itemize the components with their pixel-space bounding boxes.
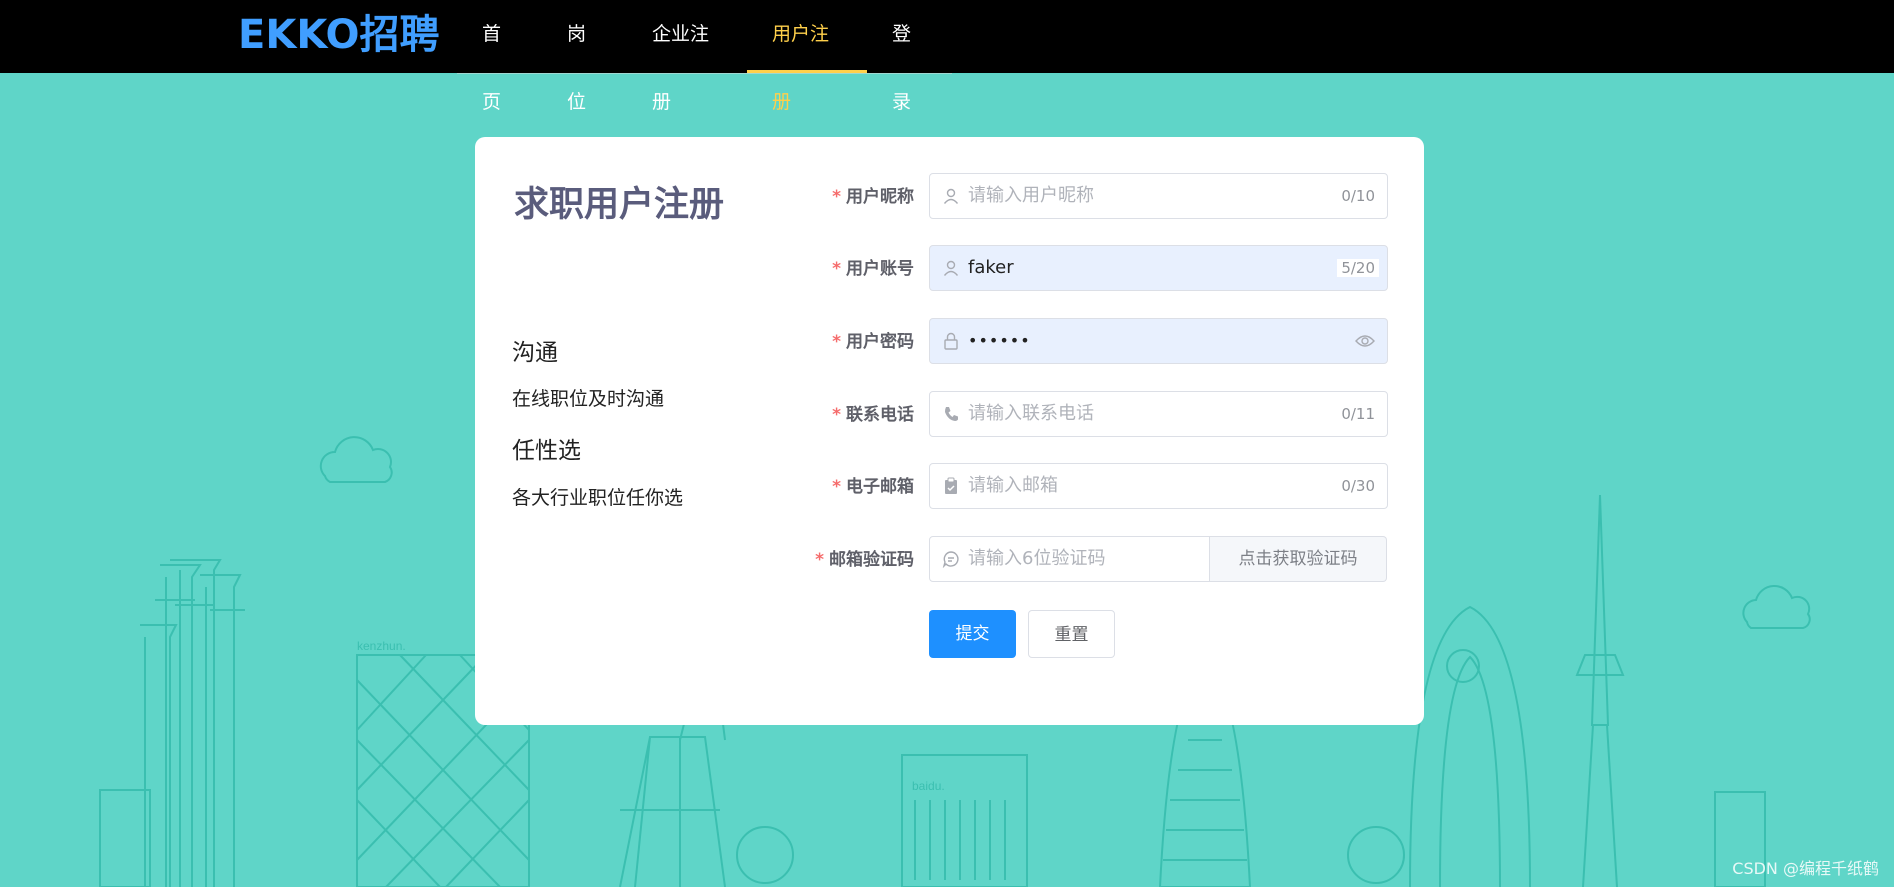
phone-char-counter: 0/11 bbox=[1341, 405, 1375, 423]
brand-logo[interactable]: EKKO招聘 bbox=[238, 2, 440, 60]
eye-icon[interactable] bbox=[1355, 333, 1375, 349]
feature-desc-choose: 各大行业职位任你选 bbox=[512, 487, 684, 509]
watermark: CSDN @编程千纸鹤 bbox=[1732, 859, 1879, 878]
password-field[interactable]: •••••• bbox=[929, 318, 1388, 364]
nav-item-login[interactable]: 登录 bbox=[867, 0, 952, 113]
nav-item-jobs[interactable]: 岗位 bbox=[542, 0, 627, 113]
phone-field[interactable]: 请输入联系电话 0/11 bbox=[929, 391, 1388, 437]
clipboard-icon bbox=[945, 477, 957, 494]
email-field[interactable]: 请输入邮箱 0/30 bbox=[929, 463, 1388, 509]
verify-code-field[interactable]: 请输入6位验证码 bbox=[929, 536, 1210, 582]
reset-button[interactable]: 重置 bbox=[1028, 610, 1115, 658]
page-title: 求职用户注册 bbox=[514, 185, 725, 225]
cctv-building bbox=[619, 699, 726, 887]
email-char-counter: 0/30 bbox=[1341, 477, 1375, 495]
feature-desc-communicate: 在线职位及时沟通 bbox=[512, 388, 665, 410]
email-label: * 电子邮箱 bbox=[832, 477, 914, 497]
user-icon bbox=[943, 188, 959, 204]
phone-label: * 联系电话 bbox=[832, 405, 914, 425]
password-value[interactable]: •••••• bbox=[968, 319, 1031, 363]
nickname-field[interactable]: 请输入用户昵称 0/10 bbox=[929, 173, 1388, 219]
chat-icon bbox=[942, 551, 959, 568]
building-label-baidu: baidu. bbox=[912, 779, 945, 793]
cloud-icon bbox=[1742, 585, 1811, 629]
feature-heading-communicate: 沟通 bbox=[512, 340, 558, 366]
get-verify-code-button[interactable]: 点击获取验证码 bbox=[1210, 536, 1387, 582]
user-icon bbox=[943, 260, 959, 276]
main-nav: 首页 岗位 企业注册 用户注册 登录 bbox=[457, 0, 952, 113]
email-placeholder[interactable]: 请输入邮箱 bbox=[968, 464, 1058, 508]
phone-icon bbox=[945, 407, 958, 421]
account-char-counter: 5/20 bbox=[1337, 259, 1379, 277]
nav-item-user-register[interactable]: 用户注册 bbox=[747, 0, 867, 113]
arch-building bbox=[1409, 605, 1531, 887]
nav-item-company-register[interactable]: 企业注册 bbox=[627, 0, 747, 113]
nickname-placeholder[interactable]: 请输入用户昵称 bbox=[968, 174, 1094, 218]
registration-card: 求职用户注册 沟通 在线职位及时沟通 任性选 各大行业职位任你选 * 用户昵称 请… bbox=[475, 137, 1424, 725]
cloud-icon bbox=[319, 436, 393, 483]
submit-button[interactable]: 提交 bbox=[929, 610, 1016, 658]
nickname-label: * 用户昵称 bbox=[832, 187, 914, 207]
verify-code-label: * 邮箱验证码 bbox=[815, 550, 914, 570]
baidu-building: baidu. bbox=[901, 754, 1028, 887]
small-buildings bbox=[99, 789, 1766, 887]
lock-icon bbox=[944, 332, 958, 350]
nav-item-home[interactable]: 首页 bbox=[457, 0, 542, 113]
account-field[interactable]: faker 5/20 bbox=[929, 245, 1388, 291]
phone-placeholder[interactable]: 请输入联系电话 bbox=[968, 392, 1094, 436]
feature-heading-choose: 任性选 bbox=[512, 438, 581, 464]
tv-tower bbox=[1575, 494, 1625, 887]
verify-code-placeholder[interactable]: 请输入6位验证码 bbox=[968, 537, 1105, 581]
building-label-kenzhun: kenzhun. bbox=[357, 639, 406, 653]
password-label: * 用户密码 bbox=[832, 332, 914, 352]
nickname-char-counter: 0/10 bbox=[1341, 187, 1375, 205]
top-navigation-bar: EKKO招聘 首页 岗位 企业注册 用户注册 登录 bbox=[0, 0, 1894, 113]
account-value[interactable]: faker bbox=[968, 246, 1014, 290]
account-label: * 用户账号 bbox=[832, 259, 914, 279]
tower-columns bbox=[140, 559, 245, 887]
